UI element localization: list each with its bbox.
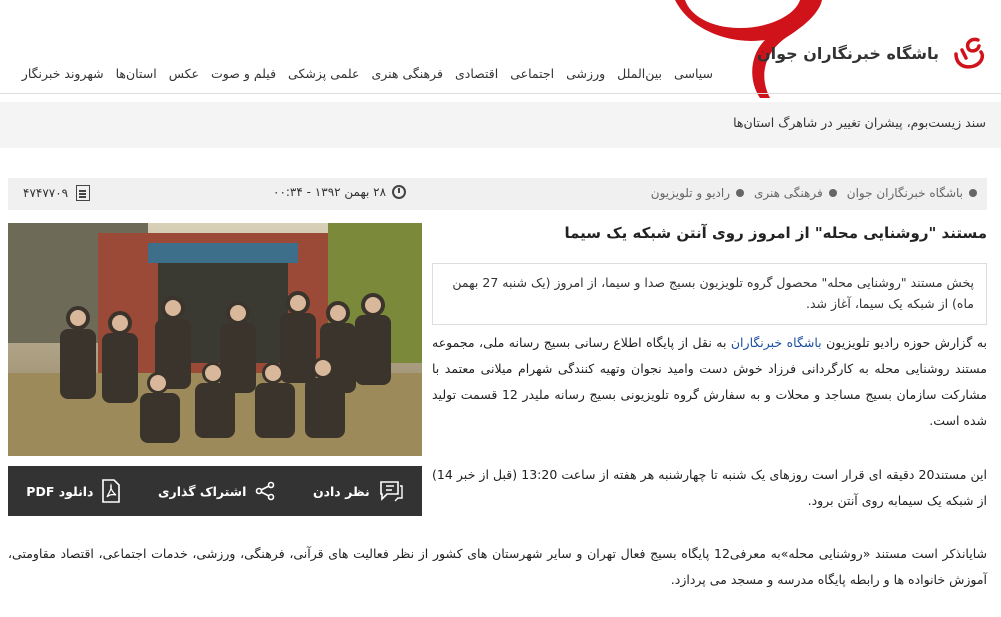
news-id-text: ۴۷۴۷۷۰۹	[23, 186, 69, 200]
article-paragraph: شایانذکر است مستند «روشنایی محله»به معرف…	[8, 546, 988, 587]
breadcrumb-item[interactable]: رادیو و تلویزیون	[651, 186, 745, 200]
nav-item-economy[interactable]: اقتصادی	[455, 66, 498, 81]
document-icon	[76, 185, 91, 201]
group-photo-image	[8, 223, 422, 456]
article-actions-bar: نظر دادن اشتراک گذاری دانلود PDF	[8, 466, 422, 516]
header-divider	[0, 93, 1001, 94]
bullet-icon	[828, 189, 837, 197]
breadcrumb-item[interactable]: باشگاه خبرنگاران جوان	[847, 186, 977, 200]
share-button[interactable]: اشتراک گذاری	[158, 481, 276, 501]
nav-item-citizen[interactable]: شهروند خبرنگار	[22, 66, 104, 81]
ticker-headline[interactable]: سند زیست‌بوم، پیشران تغییر در شاهرگ استا…	[733, 115, 986, 130]
bullet-icon	[736, 189, 745, 197]
nav-item-science[interactable]: علمی پزشکی	[288, 66, 359, 81]
download-pdf-label: دانلود PDF	[26, 483, 94, 499]
article-lead: پخش مستند "روشنایی محله" محصول گروه تلوی…	[432, 263, 987, 325]
nav-item-photo[interactable]: عکس	[169, 66, 199, 81]
nav-item-video[interactable]: فیلم و صوت	[211, 66, 276, 81]
bullet-icon	[969, 189, 977, 197]
nav-item-international[interactable]: بین‌الملل	[617, 66, 662, 81]
publish-date-text: ۲۸ بهمن ۱۳۹۲ - ۰۰:۳۴	[273, 185, 387, 199]
share-icon	[256, 481, 275, 501]
nav-item-politics[interactable]: سیاسی	[674, 66, 713, 81]
article-meta-bar: باشگاه خبرنگاران جوان فرهنگی هنری رادیو …	[8, 178, 987, 210]
article-paragraph: این مستند20 دقیقه ای قرار است روزهای یک …	[432, 467, 987, 508]
news-ticker: سند زیست‌بوم، پیشران تغییر در شاهرگ استا…	[0, 102, 1001, 148]
article-paragraph: به گزارش حوزه رادیو تلویزیون باشگاه خبرن…	[432, 335, 988, 428]
share-label: اشتراک گذاری	[158, 483, 247, 499]
article-title: مستند "روشنایی محله" از امروز روی آنتن ش…	[564, 224, 987, 242]
publish-date: ۲۸ بهمن ۱۳۹۲ - ۰۰:۳۴	[273, 185, 407, 199]
breadcrumb: باشگاه خبرنگاران جوان فرهنگی هنری رادیو …	[641, 186, 977, 200]
download-pdf-button[interactable]: دانلود PDF	[26, 479, 121, 503]
pdf-icon	[102, 479, 121, 503]
source-link[interactable]: باشگاه خبرنگاران	[731, 335, 822, 350]
comment-icon	[379, 481, 403, 502]
clock-icon	[392, 185, 407, 199]
nav-item-culture[interactable]: فرهنگی هنری	[371, 66, 443, 81]
site-header: باشگاه خبرنگاران جوان سیاسی بین‌الملل ور…	[0, 0, 1001, 100]
comment-label: نظر دادن	[312, 483, 370, 499]
comment-button[interactable]: نظر دادن	[313, 480, 404, 502]
nav-item-sports[interactable]: ورزشی	[566, 66, 605, 81]
article-photo[interactable]	[8, 223, 422, 456]
breadcrumb-item[interactable]: فرهنگی هنری	[754, 186, 837, 200]
news-id: ۴۷۴۷۷۰۹	[23, 185, 91, 201]
nav-item-social[interactable]: اجتماعی	[510, 66, 554, 81]
main-nav: سیاسی بین‌الملل ورزشی اجتماعی اقتصادی فر…	[0, 62, 1001, 84]
nav-item-provinces[interactable]: استان‌ها	[116, 66, 157, 81]
site-name[interactable]: باشگاه خبرنگاران جوان	[757, 44, 939, 63]
